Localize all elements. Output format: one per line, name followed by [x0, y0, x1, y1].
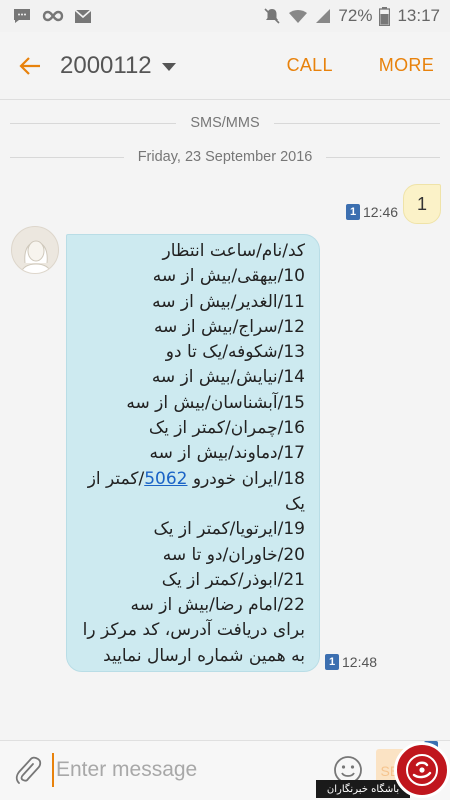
incoming-message-bubble[interactable]: کد/نام/ساعت انتظار 10/بیهقی/بیش از سه 11…: [66, 234, 320, 672]
news-logo-icon: [406, 754, 438, 786]
attach-button[interactable]: [14, 755, 42, 787]
message-time: 12:48: [342, 654, 378, 670]
incoming-message-meta: 1 12:48: [325, 654, 377, 670]
message-line: 15/آبشناسان/بیش از سه: [126, 392, 305, 413]
mail-icon: [74, 8, 92, 24]
message-line: 12/سراج/بیش از سه: [153, 316, 305, 337]
message-line-part: 18/ایران خودرو: [192, 468, 305, 489]
message-input[interactable]: [52, 753, 322, 787]
message-line: 17/دماوند/بیش از سه: [149, 443, 305, 464]
battery-icon: [379, 6, 391, 26]
message-line: برای دریافت آدرس، کد مرکز را به همین شما…: [82, 620, 305, 666]
arrow-left-icon: [19, 56, 40, 75]
message-line: 21/ابوذر/کمتر از یک: [161, 569, 305, 590]
infinity-icon: [42, 9, 64, 23]
phone-number-link[interactable]: 5062: [144, 469, 187, 489]
chevron-down-icon: [161, 63, 176, 71]
status-left-icons: [12, 7, 92, 25]
message-line: 10/بیهقی/بیش از سه: [152, 266, 305, 287]
message-line: 18/ایران خودرو 5062/کمتر از یک: [77, 467, 305, 518]
message-type-label: SMS/MMS: [190, 115, 260, 131]
paperclip-icon: [15, 756, 42, 784]
message-line: 22/امام رضا/بیش از سه: [130, 595, 306, 616]
clock: 13:17: [397, 6, 440, 25]
conversation-header: 2000112 CALL MORE: [0, 32, 450, 100]
outgoing-message-bubble[interactable]: 1: [403, 184, 441, 224]
contact-name: 2000112: [60, 51, 152, 79]
date-divider: Friday, 23 September 2016: [10, 149, 440, 165]
status-right: 72% 13:17: [263, 6, 440, 26]
watermark-logo: [394, 742, 450, 798]
message-line: 13/شکوفه/یک تا دو: [165, 342, 305, 363]
contact-dropdown[interactable]: 2000112: [60, 52, 176, 80]
signal-icon: [315, 8, 331, 24]
outgoing-message-meta: 1 12:46: [346, 204, 398, 220]
message-line: 20/خاوران/دو تا سه: [162, 544, 305, 565]
message-text: 1: [416, 193, 427, 214]
status-bar: 72% 13:17: [0, 0, 450, 32]
message-line: 16/چمران/کمتر از یک: [148, 418, 305, 439]
message-time: 12:46: [363, 204, 399, 220]
avatar[interactable]: [11, 226, 59, 274]
call-button[interactable]: CALL: [287, 55, 333, 76]
message-line: 19/ایرتویا/کمتر از یک: [153, 519, 305, 540]
sms-icon: [12, 7, 32, 25]
message-line: 11/الغدیر/بیش از سه: [152, 291, 305, 312]
battery-percent: 72%: [338, 6, 373, 25]
message-line: 14/نیایش/بیش از سه: [151, 367, 305, 388]
date-label: Friday, 23 September 2016: [137, 149, 313, 165]
sim-badge: 1: [325, 654, 339, 670]
back-button[interactable]: [18, 54, 42, 78]
sim-badge: 1: [346, 204, 360, 220]
message-line: کد/نام/ساعت انتظار: [162, 241, 306, 261]
watermark-text: باشگاه خبرنگاران: [316, 780, 410, 798]
more-button[interactable]: MORE: [379, 55, 434, 76]
header-actions: CALL MORE: [287, 55, 434, 76]
contact-avatar-icon: [20, 240, 52, 273]
message-type-divider: SMS/MMS: [10, 115, 440, 131]
mute-icon: [263, 7, 281, 25]
wifi-icon: [288, 8, 308, 25]
